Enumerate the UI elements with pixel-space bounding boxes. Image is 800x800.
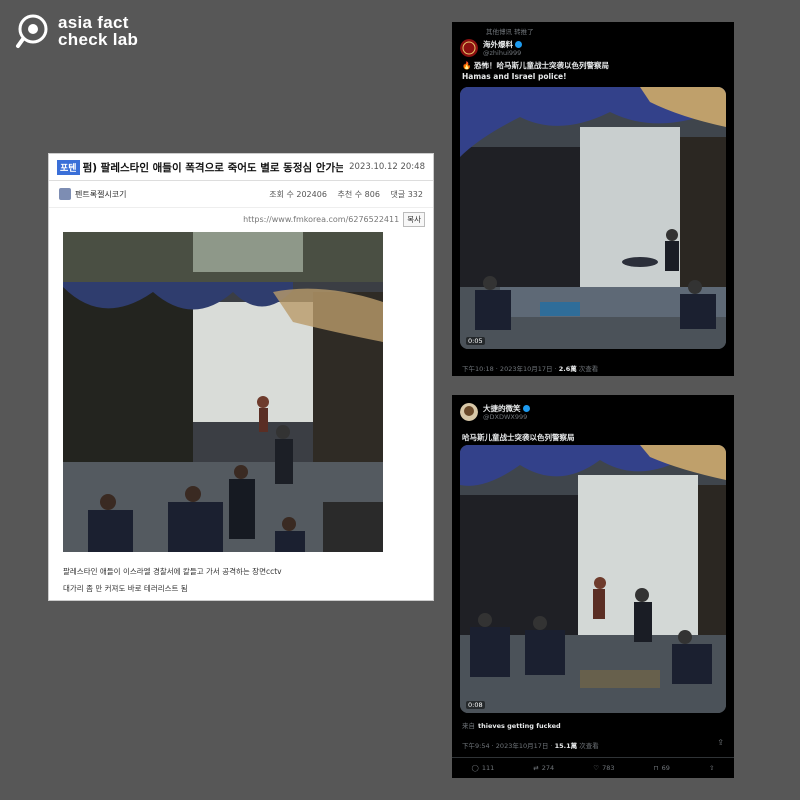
author-name: 펜트록젤시코기 [75, 189, 127, 199]
retweet-indicator: 其他博讯 转推了 [486, 28, 534, 36]
cctv-scene [63, 232, 383, 552]
tweet-2: 大捷的微笑 @DXDWX999 哈马斯儿童战士突袭以色列警察局 0:08 来自 … [452, 395, 734, 778]
cctv-gif-image[interactable] [63, 232, 383, 552]
tweet-1: 其他博讯 转推了 海外爆料 @zhihui999 🔥 恐怖！哈马斯儿童战士突袭以… [452, 22, 734, 376]
tweet-video[interactable]: 0:05 [460, 87, 726, 349]
category-badge[interactable]: 포텐 [57, 159, 80, 175]
display-name: 大捷的微笑 [483, 403, 521, 413]
asia-fact-check-lab-logo: asia fact check lab [14, 12, 138, 50]
like-button[interactable]: ♡ 783 [593, 764, 614, 772]
post-url[interactable]: https://www.fmkorea.com/6276522411 [243, 215, 399, 224]
tweet-subtext: 来自 thieves getting fucked [462, 722, 561, 730]
tweet-actions: ◯ 111 ⇄ 274 ♡ 783 ⊓ 69 ⇧ [452, 757, 734, 772]
handle: @zhihui999 [483, 48, 522, 57]
copy-url-button[interactable]: 복사 [403, 211, 425, 227]
reply-icon: ◯ [471, 764, 479, 772]
author[interactable]: 펜트록젤시코기 [59, 188, 261, 200]
video-timestamp: 0:08 [466, 701, 485, 709]
tweet-text: 哈马斯儿童战士突袭以色列警察局 [462, 433, 575, 442]
tweet-author[interactable]: 大捷的微笑 @DXDWX999 [452, 395, 734, 424]
view-count: 2.6萬 [558, 365, 577, 373]
bookmark-button[interactable]: ⊓ 69 [654, 764, 670, 772]
bookmark-icon: ⊓ [653, 764, 659, 772]
upload-button[interactable]: ⇧ [709, 764, 714, 772]
magnifier-logo-icon [16, 14, 48, 48]
reply-button[interactable]: ◯ 111 [472, 764, 495, 772]
handle: @DXDWX999 [483, 412, 528, 421]
video-timestamp: 0:05 [466, 337, 485, 345]
tweet-text-line2: Hamas and Israel police! [462, 72, 567, 81]
logo-line1: asia fact [58, 13, 129, 32]
view-count: 조회 수 202406 [269, 189, 327, 199]
display-name: 海外爆料 [483, 39, 513, 49]
heart-icon: ♡ [593, 764, 600, 772]
upload-icon: ⇧ [708, 764, 715, 772]
post-meta: 펜트록젤시코기 조회 수 202406 추천 수 806 댓글 332 [49, 181, 433, 208]
avatar[interactable] [460, 403, 478, 421]
verified-badge-icon [515, 41, 522, 48]
caption-line2: 대가리 좀 만 커져도 바로 테러리스트 됨 [63, 584, 188, 593]
author-avatar [59, 188, 71, 200]
recommend-count: 추천 수 806 [337, 189, 380, 199]
tweet-author[interactable]: 海外爆料 @zhihui999 [452, 36, 734, 60]
video-frame [460, 87, 726, 349]
caption-line1: 팔레스타인 애들이 이스라엘 경찰서에 칼들고 가서 공격하는 장면cctv [63, 567, 282, 576]
tweet-video[interactable]: 0:08 [460, 445, 726, 713]
retweet-icon: ⇄ [533, 764, 539, 772]
share-icon[interactable]: ⇪ [717, 738, 724, 747]
post-date: 2023.10.12 20:48 [349, 162, 425, 172]
tweet-meta: 下午10:18 · 2023年10月17日 · 2.6萬 次查看 [462, 365, 599, 373]
tweet-meta: 下午9:54 · 2023年10月17日 · 15.1萬 次查看 [462, 742, 599, 750]
logo-line2: check lab [58, 30, 139, 49]
comment-count[interactable]: 댓글 332 [390, 190, 423, 199]
forum-post-card: 포텐 펌) 팔레스타인 애들이 폭격으로 죽어도 별로 동정심 안가는 이유.g… [48, 153, 434, 601]
avatar[interactable] [460, 39, 478, 57]
tweet-text-line1: 🔥 恐怖！哈马斯儿童战士突袭以色列警察局 [462, 61, 609, 70]
view-count: 15.1萬 [554, 742, 578, 750]
post-title: 펌) 팔레스타인 애들이 폭격으로 죽어도 별로 동정심 안가는 이유.gif [82, 161, 344, 174]
video-frame [460, 445, 726, 713]
retweet-button[interactable]: ⇄ 274 [533, 764, 554, 772]
verified-badge-icon [522, 405, 530, 412]
post-header: 포텐 펌) 팔레스타인 애들이 폭격으로 죽어도 별로 동정심 안가는 이유.g… [49, 154, 433, 181]
